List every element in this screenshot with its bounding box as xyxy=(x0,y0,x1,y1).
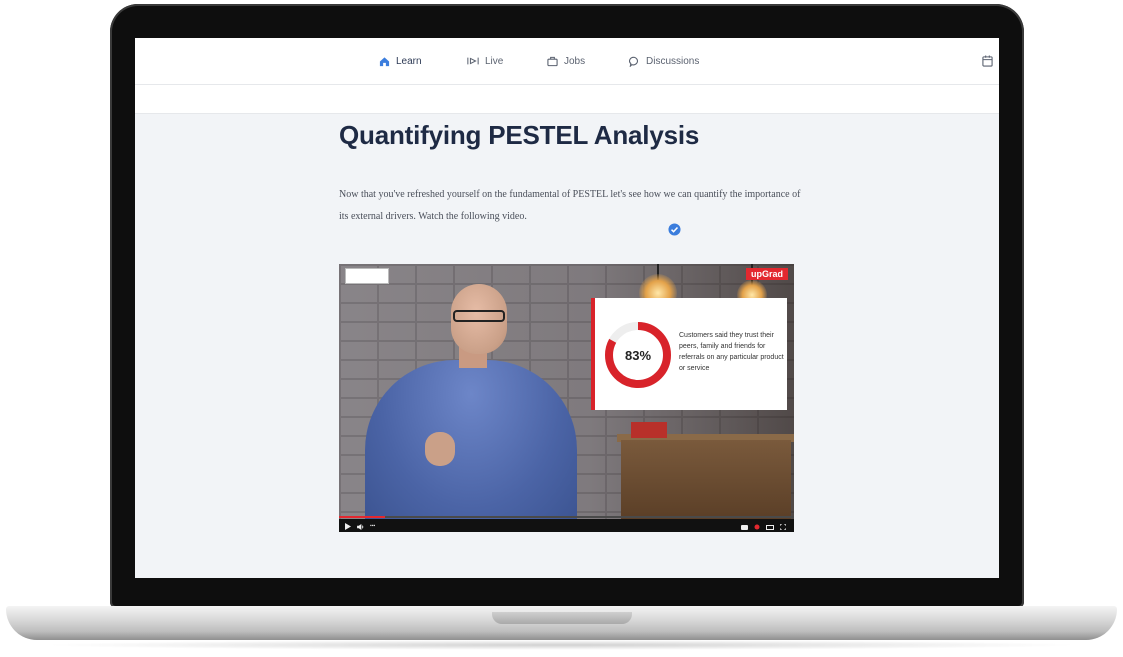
red-box xyxy=(631,422,667,438)
top-navigation: Learn Live Jobs Discussions xyxy=(135,38,999,85)
video-time-icon: ▪▪▪ xyxy=(370,522,376,529)
volume-icon[interactable] xyxy=(357,517,364,533)
nav-item-label: Jobs xyxy=(564,55,586,67)
video-progress-track[interactable] xyxy=(339,516,794,518)
stat-card: 83% Customers said they trust their peer… xyxy=(591,298,787,410)
chat-bubble-icon xyxy=(629,56,640,67)
nav-item-jobs[interactable]: Jobs xyxy=(547,52,585,70)
institution-logo xyxy=(345,268,389,284)
play-icon[interactable] xyxy=(345,517,351,533)
fullscreen-icon[interactable] xyxy=(779,517,787,533)
home-icon xyxy=(379,56,390,67)
presenter-glasses xyxy=(453,310,505,322)
nav-item-live[interactable]: Live xyxy=(467,52,503,70)
settings-icon[interactable] xyxy=(754,517,760,533)
nav-item-label: Discussions xyxy=(646,55,700,67)
nav-item-label: Learn xyxy=(396,55,422,67)
captions-icon[interactable] xyxy=(741,517,748,533)
briefcase-icon xyxy=(547,56,558,67)
theater-icon[interactable] xyxy=(766,517,774,533)
video-player[interactable]: upGrad 83% Customers said they trust the… xyxy=(339,264,794,532)
stat-percent: 83% xyxy=(624,347,652,363)
presenter-body xyxy=(365,360,577,530)
live-icon xyxy=(467,56,479,66)
video-controls: ▪▪▪ xyxy=(339,519,794,532)
presenter-hand xyxy=(425,432,455,466)
laptop-notch xyxy=(492,612,632,624)
nav-item-label: Live xyxy=(485,55,504,67)
cabinet xyxy=(621,440,791,519)
brand-badge: upGrad xyxy=(745,268,788,280)
nav-item-discussions[interactable]: Discussions xyxy=(629,52,699,70)
intro-paragraph: Now that you've refreshed yourself on th… xyxy=(339,189,801,222)
calendar-icon[interactable] xyxy=(982,54,993,72)
screen: Learn Live Jobs Discussions Quantifying … xyxy=(135,38,999,578)
check-circle-icon xyxy=(668,223,681,241)
nav-item-learn[interactable]: Learn xyxy=(379,52,422,70)
sub-header-bar xyxy=(135,85,999,114)
laptop-shadow xyxy=(40,640,1083,650)
page-title: Quantifying PESTEL Analysis xyxy=(339,120,700,150)
stat-text: Customers said they trust their peers, f… xyxy=(679,332,784,372)
